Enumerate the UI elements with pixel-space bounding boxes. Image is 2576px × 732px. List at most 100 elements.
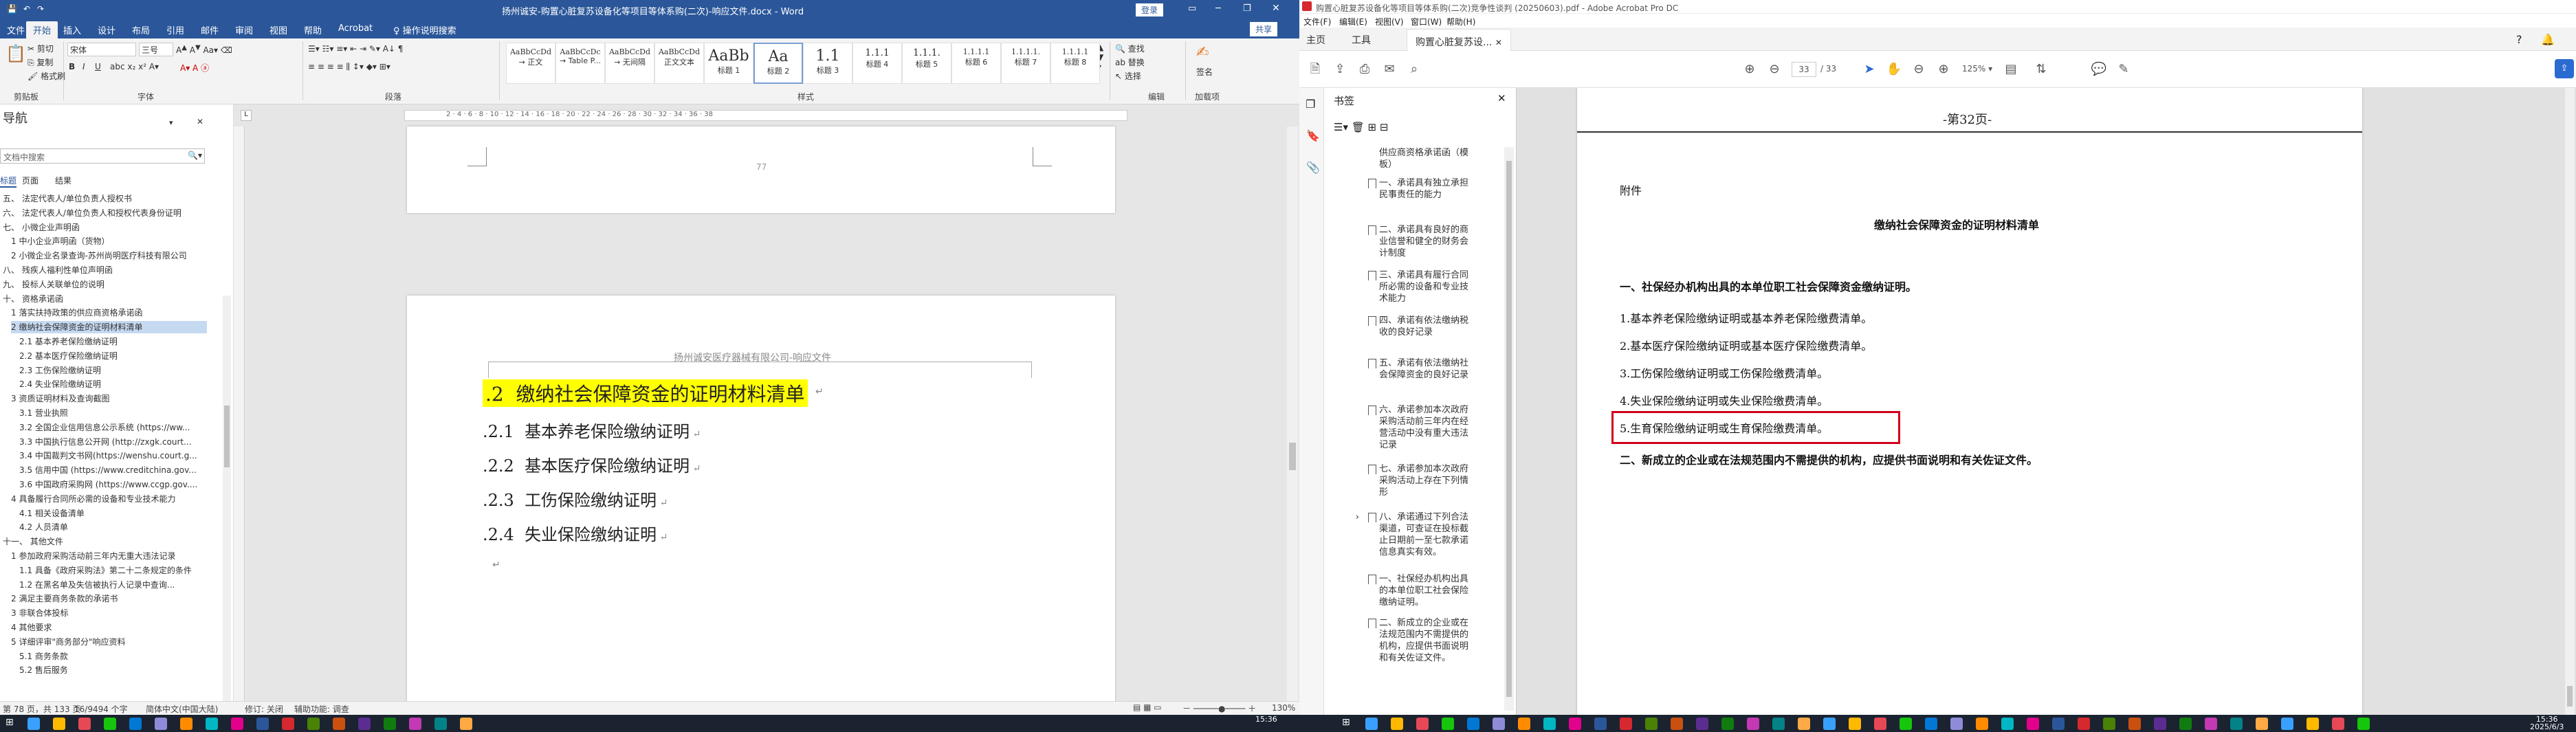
taskbar-app-icon[interactable] xyxy=(307,718,320,730)
taskbar-app-icon[interactable] xyxy=(1518,718,1530,730)
nav-heading-item[interactable]: 3.6 中国政府采购网 (https://www.ccgp.gov.... xyxy=(19,478,215,491)
nav-heading-item[interactable]: 3 资质证明材料及查询截图 xyxy=(11,392,207,405)
taskbar-app-icon[interactable] xyxy=(2281,718,2293,730)
bookmark-icon[interactable] xyxy=(1368,271,1376,280)
zoom-level[interactable]: 130% xyxy=(1272,703,1295,713)
nav-heading-item[interactable]: 3.3 中国执行信息公开网 (http://zxgk.court... xyxy=(19,436,215,448)
save-icon[interactable]: 🗎 xyxy=(1306,60,1324,78)
start-icon-2[interactable]: ⊞ xyxy=(1342,717,1350,728)
taskbar-app-icon[interactable] xyxy=(27,718,40,730)
close-icon[interactable]: ✕ xyxy=(1272,3,1280,14)
prev-page-icon[interactable]: ⊕ xyxy=(1741,60,1759,78)
taskbar-app-icon[interactable] xyxy=(1416,718,1429,730)
document-scroll-thumb[interactable] xyxy=(1289,443,1296,470)
menu-window[interactable]: 窗口(W) xyxy=(1411,16,1442,27)
taskbar-app-icon[interactable] xyxy=(384,718,396,730)
pdf-scrollbar[interactable] xyxy=(2565,88,2575,715)
taskbar-app-icon[interactable] xyxy=(1950,718,1963,730)
bookmark-item[interactable]: 七、承诺参加本次政府采购活动上存在下列情形 xyxy=(1379,463,1475,498)
document-scrollbar[interactable] xyxy=(1287,126,1298,701)
bookmark-icon[interactable] xyxy=(1368,465,1376,474)
nav-heading-item[interactable]: 六、 法定代表人/单位负责人和授权代表身份证明 xyxy=(3,207,199,219)
select-button[interactable]: ↖ 选择 xyxy=(1115,70,1141,82)
nav-heading-item[interactable]: 八、 残疾人福利性单位声明函 xyxy=(3,264,199,276)
style-gallery-item[interactable]: AaBbCcDd → 无间隔 xyxy=(605,43,654,84)
tab-design[interactable]: 设计 xyxy=(98,23,115,36)
redo-icon[interactable]: ↷ xyxy=(37,4,44,14)
nav-heading-item[interactable]: 2 满足主要商务条款的承诺书 xyxy=(11,592,207,605)
attachments-icon[interactable]: 📎 xyxy=(1306,161,1320,174)
nav-heading-item[interactable]: 1 参加政府采购活动前三年内无重大违法记录 xyxy=(11,550,207,562)
taskbar-app-icon[interactable] xyxy=(2078,718,2090,730)
grow-font-icon[interactable]: A▲ A▼ Aa▾ ⌫ xyxy=(176,44,232,55)
nav-heading-item[interactable]: 5.2 售后服务 xyxy=(19,664,215,676)
nav-heading-item[interactable]: 九、 投标人关联单位的说明 xyxy=(3,278,199,291)
nav-heading-item[interactable]: 4.2 人员清单 xyxy=(19,521,215,533)
status-accessibility[interactable]: 辅助功能: 调查 xyxy=(294,703,349,715)
nav-close-icon[interactable]: ✕ xyxy=(197,117,203,126)
style-gallery-item[interactable]: AaBbCcDd 正文文本 xyxy=(654,43,704,84)
cut-button[interactable]: ✂ 剪切 xyxy=(27,43,54,54)
tab-tools[interactable]: 工具 xyxy=(1352,33,1371,47)
strikethrough-button[interactable]: abc x₂ x² A▾ xyxy=(110,62,159,71)
style-gallery-item[interactable]: 1.1.1 标题 4 xyxy=(852,43,902,84)
taskbar-app-icon[interactable] xyxy=(1747,718,1759,730)
nav-heading-item[interactable]: 十、 资格承诺函 xyxy=(3,293,199,305)
tab-selector-icon[interactable]: L xyxy=(241,110,252,121)
taskbar-app-icon[interactable] xyxy=(1671,718,1683,730)
nav-heading-item[interactable]: 4 其他要求 xyxy=(11,621,207,634)
tab-review[interactable]: 审阅 xyxy=(235,23,253,36)
scroll-mode-icon[interactable]: ⇅ xyxy=(2032,60,2050,78)
view-mode-icons[interactable]: ▤ ▦ ▭ xyxy=(1133,702,1162,712)
style-gallery-item[interactable]: Aa 标题 2 xyxy=(753,43,803,84)
taskbar-app-icon[interactable] xyxy=(460,718,472,730)
taskbar-app-icon[interactable] xyxy=(1493,718,1505,730)
heading-level2[interactable]: .2.1 基本养老保险缴纳证明 ↵ xyxy=(483,418,701,442)
status-words[interactable]: 16/9494 个字 xyxy=(74,703,128,715)
taskbar-app-icon[interactable] xyxy=(206,718,218,730)
taskbar-clock-2[interactable]: 15:36 2025/6/3 xyxy=(2530,716,2564,731)
tab-references[interactable]: 引用 xyxy=(166,23,184,36)
bookmark-icon[interactable] xyxy=(1368,359,1376,368)
nav-heading-item[interactable]: 4.1 相关设备清单 xyxy=(19,507,215,520)
document-page-77[interactable]: 77 xyxy=(407,126,1115,213)
taskbar-app-icon[interactable] xyxy=(180,718,192,730)
tab-layout[interactable]: 布局 xyxy=(132,23,150,36)
bookmark-item[interactable]: 四、承诺有依法缴纳税收的良好记录 xyxy=(1379,315,1475,338)
nav-heading-item[interactable]: 5.1 商务条款 xyxy=(19,650,215,663)
nav-heading-item[interactable]: 2 小微企业名录查询-苏州尚明医疗科技有限公司 xyxy=(11,249,207,262)
bookmark-icon[interactable] xyxy=(1368,406,1376,415)
restore-icon[interactable]: ❐ xyxy=(1243,3,1251,14)
taskbar-app-icon[interactable] xyxy=(2103,718,2115,730)
menu-file[interactable]: 文件(F) xyxy=(1303,16,1331,27)
taskbar-app-icon[interactable] xyxy=(1365,718,1378,730)
next-page-icon[interactable]: ⊖ xyxy=(1765,60,1783,78)
menu-edit[interactable]: 编辑(E) xyxy=(1339,16,1367,27)
sign-icon[interactable]: ✍ xyxy=(1196,44,1209,61)
font-name-select[interactable]: 宋体 xyxy=(67,43,136,56)
tab-insert[interactable]: 插入 xyxy=(63,23,81,36)
taskbar-app-icon[interactable] xyxy=(1925,718,1937,730)
nav-tab-headings[interactable]: 标题 xyxy=(0,175,17,188)
nav-heading-item[interactable]: 3.5 信用中国 (https://www.creditchina.gov... xyxy=(19,464,215,476)
tab-close-icon[interactable]: ✕ xyxy=(1495,38,1502,47)
bookmark-item[interactable]: 供应商资格承诺函（模板） xyxy=(1379,147,1475,170)
nav-heading-item[interactable]: 十一、 其他文件 xyxy=(3,535,199,548)
status-track-changes[interactable]: 修订: 关闭 xyxy=(245,703,283,715)
notifications-icon[interactable]: 🔔 xyxy=(2541,33,2555,46)
style-gallery-item[interactable]: AaBbCcDd → 正文 xyxy=(506,43,555,84)
format-painter-button[interactable]: 🖌 格式刷 xyxy=(27,70,65,82)
heading-level1[interactable]: .2 缴纳社会保障资金的证明材料清单 xyxy=(483,379,808,407)
upload-icon[interactable]: ⇪ xyxy=(1331,60,1349,78)
taskbar-app-icon[interactable] xyxy=(1772,718,1785,730)
taskbar-app-icon[interactable] xyxy=(1900,718,1912,730)
taskbar-app-icon[interactable] xyxy=(2332,718,2344,730)
nav-options-icon[interactable]: ▾ xyxy=(169,118,173,127)
bookmark-expand-icon[interactable]: › xyxy=(1356,512,1359,522)
nav-search-icon[interactable]: 🔍▾ xyxy=(188,151,202,160)
zoom-slider[interactable]: － ─────●──── ＋ xyxy=(1182,702,1256,714)
taskbar-app-icon[interactable] xyxy=(155,718,167,730)
bookmark-icon[interactable] xyxy=(1368,225,1376,235)
nav-heading-item[interactable]: 2.3 工伤保险缴纳证明 xyxy=(19,364,215,377)
taskbar-app-icon[interactable] xyxy=(1467,718,1479,730)
